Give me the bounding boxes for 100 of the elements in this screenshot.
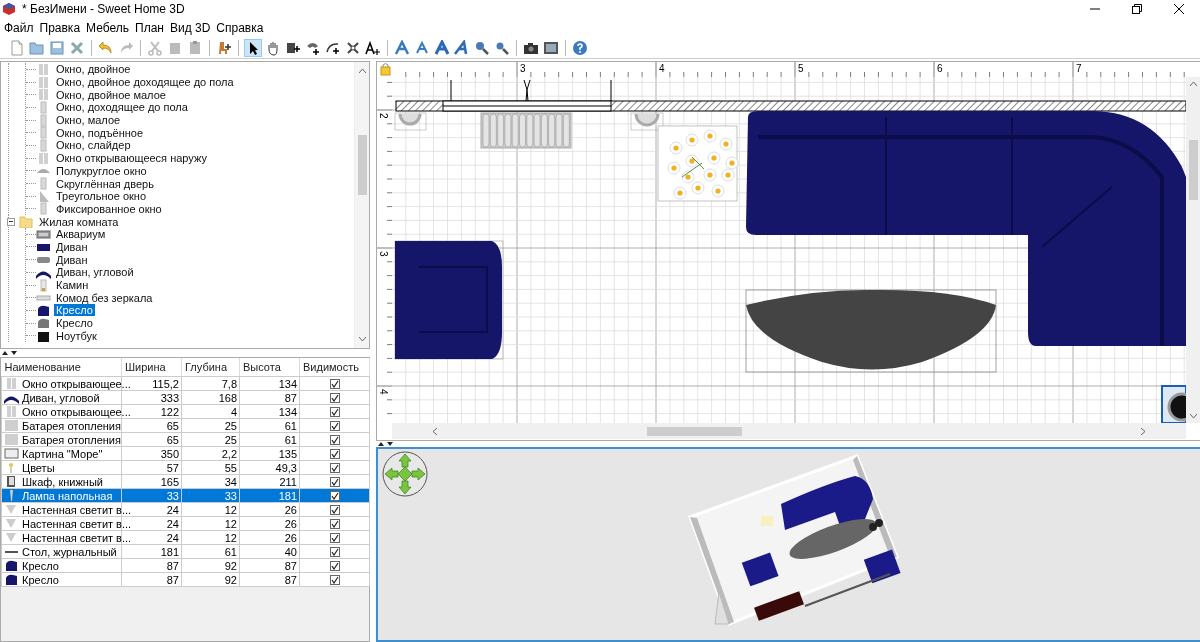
visibility-checkbox[interactable]: [329, 434, 340, 445]
catalog-item[interactable]: Кресло: [54, 317, 95, 330]
visibility-checkbox[interactable]: [329, 448, 340, 459]
scroll-left-icon[interactable]: [432, 427, 437, 435]
visibility-checkbox[interactable]: [329, 392, 340, 403]
vertical-scrollbar[interactable]: [1186, 77, 1200, 423]
folder-icon: [19, 215, 34, 229]
catalog-item[interactable]: Окно, подъённое: [54, 126, 146, 139]
catalog-item[interactable]: Окно, доходящее до пола: [54, 101, 190, 114]
text-plus-button[interactable]: [364, 39, 382, 57]
catalog-item[interactable]: Кресло: [54, 304, 95, 317]
menu-item[interactable]: Файл: [1, 19, 37, 37]
close-icon[interactable]: [1174, 4, 1184, 14]
splitter-up-icon[interactable]: [2, 351, 8, 355]
film-button[interactable]: [542, 39, 560, 57]
catalog-item[interactable]: Ноутбук: [54, 329, 99, 342]
text-enlarge-button[interactable]: [393, 39, 411, 57]
ruler-label: 4: [659, 63, 665, 74]
furniture-name: Настенная светит в...: [22, 531, 132, 544]
help-button[interactable]: [571, 39, 589, 57]
scrollbar-thumb[interactable]: [647, 426, 742, 436]
collapse-toggle-icon[interactable]: [7, 217, 15, 226]
picture-icon: [4, 447, 19, 460]
scroll-down-icon[interactable]: [1190, 414, 1197, 419]
navigation-arrows-icon[interactable]: [381, 450, 429, 498]
ruler-label: 2: [378, 113, 389, 119]
corner-sofa-drawing[interactable]: [746, 111, 1186, 346]
menu-item[interactable]: Вид 3D: [166, 19, 214, 37]
catalog-item[interactable]: Треугольное окно: [54, 190, 148, 203]
catalog-item[interactable]: Камин: [54, 279, 91, 292]
menu-item[interactable]: Мебель: [83, 19, 132, 37]
catalog-item[interactable]: Полукруглое окно: [54, 164, 149, 177]
coffee-table-drawing[interactable]: [745, 289, 997, 373]
furniture-name: Кресло: [22, 559, 59, 572]
zoom-out-icon: [494, 40, 510, 56]
table-cell: 333: [121, 390, 182, 405]
splitter-down-icon[interactable]: [11, 351, 17, 355]
table-cell: 87: [121, 572, 182, 587]
catalog-item[interactable]: Окно открывающееся наружу: [54, 152, 209, 165]
catalog-item[interactable]: Окно, двойное малое: [54, 88, 168, 101]
catalog-item[interactable]: Диван: [54, 253, 90, 266]
scrollbar-thumb[interactable]: [1189, 140, 1198, 200]
room-plus-icon: [305, 40, 321, 56]
visibility-checkbox[interactable]: [329, 476, 340, 487]
wall-plus-icon: [285, 40, 301, 56]
visibility-checkbox[interactable]: [329, 504, 340, 515]
visibility-checkbox[interactable]: [329, 546, 340, 557]
catalog-item[interactable]: Комод без зеркала: [54, 291, 155, 304]
furniture-name: Картина "Море": [22, 447, 103, 460]
catalog-item[interactable]: Аквариум: [54, 228, 108, 241]
catalog-item[interactable]: Диван: [54, 240, 90, 253]
visibility-checkbox[interactable]: [329, 462, 340, 473]
column-header[interactable]: Высота: [239, 358, 300, 377]
furniture-name: Диван, угловой: [22, 391, 100, 404]
visibility-checkbox[interactable]: [329, 532, 340, 543]
catalog-item[interactable]: Окно, двойное: [54, 63, 133, 76]
vertical-scrollbar[interactable]: [354, 62, 369, 348]
visibility-checkbox[interactable]: [329, 560, 340, 571]
scroll-right-icon[interactable]: [1141, 427, 1146, 435]
table-cell: 12: [181, 502, 240, 517]
menu-item[interactable]: Правка: [36, 19, 84, 37]
zoom-in-button[interactable]: [473, 39, 491, 57]
catalog-category[interactable]: Жилая комната: [37, 215, 121, 228]
scroll-up-icon[interactable]: [358, 68, 366, 73]
catalog-item[interactable]: Окно, слайдер: [54, 139, 133, 152]
column-header[interactable]: Наименование: [1, 358, 122, 377]
visibility-checkbox[interactable]: [329, 406, 340, 417]
window-icon: [36, 151, 51, 165]
catalog-item[interactable]: Фиксированное окно: [54, 202, 164, 215]
scroll-down-icon[interactable]: [358, 337, 366, 342]
visibility-checkbox[interactable]: [329, 490, 340, 501]
film-icon: [543, 40, 559, 56]
visibility-checkbox[interactable]: [329, 420, 340, 431]
menu-item[interactable]: План: [132, 19, 167, 37]
wall-with-window-drawing[interactable]: [395, 79, 1186, 112]
visibility-checkbox[interactable]: [329, 574, 340, 585]
armchair-drawing[interactable]: [394, 240, 504, 360]
furniture-name: Настенная светит в...: [22, 517, 132, 530]
scroll-up-icon[interactable]: [1190, 81, 1197, 86]
column-header[interactable]: Видимость: [299, 358, 370, 377]
polyline-plus-icon: [325, 40, 341, 56]
column-header[interactable]: Глубина: [181, 358, 240, 377]
restore-icon[interactable]: [1132, 4, 1142, 14]
bold-text-button[interactable]: [433, 39, 451, 57]
pointer-button[interactable]: [244, 39, 262, 57]
floor-lamp-drawing[interactable]: [1161, 385, 1186, 423]
visibility-checkbox[interactable]: [329, 518, 340, 529]
menu-item[interactable]: Справка: [213, 19, 267, 37]
camera-icon: [523, 40, 539, 56]
scrollbar-thumb[interactable]: [357, 135, 367, 195]
floor-plan-drawing[interactable]: [392, 77, 1186, 423]
wall-lamp-icon: [4, 517, 19, 530]
catalog-item[interactable]: Скруглённая дверь: [54, 177, 156, 190]
horizontal-scrollbar[interactable]: [392, 423, 1186, 439]
table-cell: 40: [239, 544, 300, 559]
catalog-item[interactable]: Диван, угловой: [54, 266, 136, 279]
catalog-item[interactable]: Окно, малое: [54, 114, 123, 127]
catalog-item[interactable]: Окно, двойное доходящее до пола: [54, 76, 236, 89]
visibility-checkbox[interactable]: [329, 378, 340, 389]
column-header[interactable]: Ширина: [121, 358, 182, 377]
